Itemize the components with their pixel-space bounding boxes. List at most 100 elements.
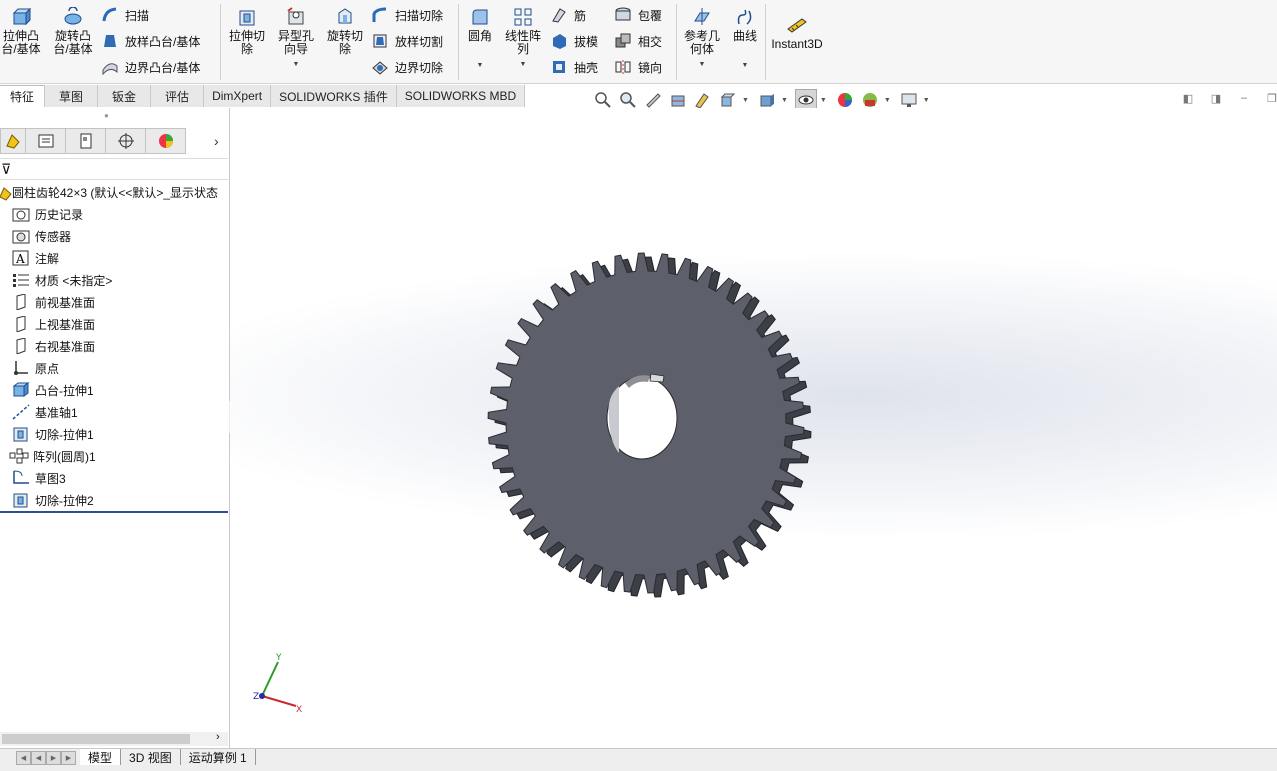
tab-model[interactable]: 模型 — [80, 749, 122, 765]
rollback-bar[interactable] — [0, 511, 228, 513]
manager-tabs — [0, 128, 186, 156]
sweep-icon — [100, 5, 120, 25]
loft-button[interactable]: 放样凸台/基体 — [100, 30, 200, 52]
hole-wizard-dropdown-arrow[interactable]: ▼ — [293, 58, 300, 71]
fillet-dropdown-arrow[interactable]: ▼ — [477, 59, 484, 72]
tree-item-top-plane[interactable]: 上视基准面 — [11, 314, 95, 334]
horizontal-scrollbar[interactable]: › — [0, 731, 228, 746]
revolve-boss-button[interactable]: 旋转凸 台/基体 — [50, 6, 96, 56]
lofted-cut-icon — [370, 31, 390, 51]
graphics-area[interactable]: Y X Z — [230, 108, 1277, 748]
previous-tab-icon[interactable]: ◀ — [31, 751, 46, 765]
tree-item-history[interactable]: 历史记录 — [11, 204, 83, 224]
revolve-cut-button[interactable]: 旋转切 除 — [324, 6, 366, 56]
tab-display-manager[interactable] — [146, 128, 186, 154]
revolve-cut-icon — [334, 6, 356, 28]
previous-pane-icon[interactable]: ◧ — [1180, 90, 1196, 106]
extrude-cut-button[interactable]: 拉伸切 除 — [226, 6, 268, 56]
rib-button[interactable]: 筋 — [549, 4, 586, 26]
tree-item-annotations[interactable]: A 注解 — [11, 248, 59, 268]
linear-pattern-button[interactable]: 线性阵 列 ▼ — [502, 6, 544, 71]
chevron-down-icon[interactable]: ▼ — [923, 97, 930, 104]
tree-item-front-plane[interactable]: 前视基准面 — [11, 292, 95, 312]
tree-item-circular-pattern1[interactable]: 阵列(圆周)1 — [9, 446, 96, 466]
lofted-cut-button[interactable]: 放样切割 — [370, 30, 443, 52]
tree-item-material[interactable]: 材质 <未指定> — [11, 270, 112, 290]
fillet-icon — [469, 6, 491, 28]
tab-sheet-metal[interactable]: 钣金 — [98, 85, 152, 107]
swept-cut-button[interactable]: 扫描切除 — [370, 4, 443, 26]
next-pane-icon[interactable]: ◨ — [1208, 90, 1224, 106]
ribbon-separator — [676, 4, 677, 80]
curves-button[interactable]: 曲线 ▼ — [728, 6, 762, 72]
boundary-cut-button[interactable]: 边界切除 — [370, 56, 443, 78]
tree-item-cut-extrude1[interactable]: 切除-拉伸1 — [11, 424, 94, 444]
tab-motion-study-1[interactable]: 运动算例 1 — [181, 749, 256, 765]
tree-item-sketch3[interactable]: 草图3 — [11, 468, 66, 488]
draft-icon — [549, 31, 569, 51]
chevron-down-icon[interactable]: ▼ — [781, 97, 788, 104]
tab-configuration-manager[interactable] — [66, 128, 106, 154]
intersect-icon — [613, 31, 633, 51]
mirror-button[interactable]: 镜向 — [613, 56, 662, 78]
first-tab-icon[interactable]: ◀ — [16, 751, 31, 765]
tab-sketch[interactable]: 草图 — [45, 85, 99, 107]
tree-root-part[interactable]: 圆柱齿轮42×3 (默认<<默认>_显示状态 — [0, 184, 218, 201]
command-manager-tabs: 特征 草图 钣金 评估 DimXpert SOLIDWORKS 插件 SOLID… — [0, 85, 526, 107]
extrude-boss-button[interactable]: 拉伸凸 台/基体 — [0, 6, 42, 56]
tab-features[interactable]: 特征 — [0, 85, 46, 107]
draft-button[interactable]: 拔模 — [549, 30, 598, 52]
last-tab-icon[interactable]: ▶ — [61, 751, 76, 765]
ribbon-separator — [765, 4, 766, 80]
tree-item-boss-extrude1[interactable]: 凸台-拉伸1 — [11, 380, 94, 400]
gear-model[interactable] — [478, 248, 828, 598]
tab-feature-manager[interactable] — [0, 128, 26, 154]
viewport-window-controls: ◧ ◨ – ❐ — [1180, 90, 1277, 106]
tab-dimxpert[interactable]: DimXpert — [204, 85, 272, 107]
tab-dimxpert-manager[interactable] — [106, 128, 146, 154]
tree-item-cut-extrude2[interactable]: 切除-拉伸2 — [11, 490, 94, 510]
reference-geometry-dropdown-arrow[interactable]: ▼ — [699, 58, 706, 71]
tab-solidworks-mbd[interactable]: SOLIDWORKS MBD — [396, 85, 526, 107]
curves-dropdown-arrow[interactable]: ▼ — [742, 59, 749, 72]
wrap-button[interactable]: 包覆 — [613, 4, 662, 26]
boss-extrude-icon — [11, 381, 31, 399]
origin-icon — [11, 359, 31, 377]
reference-geometry-button[interactable]: 参考几 何体 ▼ — [681, 6, 723, 71]
tree-item-axis1[interactable]: 基准轴1 — [11, 402, 78, 422]
pane-grip[interactable]: ● — [104, 111, 109, 120]
hole-wizard-button[interactable]: 异型孔 向导 ▼ — [274, 6, 318, 71]
chevron-right-icon[interactable]: › — [216, 731, 220, 743]
tab-property-manager[interactable] — [26, 128, 66, 154]
restore-icon[interactable]: ❐ — [1264, 90, 1277, 106]
sweep-button[interactable]: 扫描 — [100, 4, 149, 26]
instant3d-button[interactable]: Instant3D — [770, 14, 824, 51]
shell-button[interactable]: 抽壳 — [549, 56, 598, 78]
boundary-boss-button[interactable]: 边界凸台/基体 — [100, 56, 200, 78]
tree-item-origin[interactable]: 原点 — [11, 358, 59, 378]
tree-item-right-plane[interactable]: 右视基准面 — [11, 336, 95, 356]
tree-filter-bar[interactable]: ⊽ — [0, 158, 228, 180]
feature-manager-icon — [6, 134, 20, 149]
next-tab-icon[interactable]: ▶ — [46, 751, 61, 765]
swept-cut-icon — [370, 5, 390, 25]
scrollbar-thumb[interactable] — [2, 734, 190, 744]
chevron-right-icon[interactable]: › — [214, 133, 219, 149]
tree-item-sensors[interactable]: 传感器 — [11, 226, 71, 246]
tab-3d-view[interactable]: 3D 视图 — [121, 749, 181, 765]
plane-icon — [11, 337, 31, 355]
boundary-boss-icon — [100, 57, 120, 77]
rib-icon — [549, 5, 569, 25]
minimize-icon[interactable]: – — [1236, 90, 1252, 106]
tab-solidworks-addins[interactable]: SOLIDWORKS 插件 — [271, 85, 397, 107]
tab-evaluate[interactable]: 评估 — [151, 85, 205, 107]
chevron-down-icon[interactable]: ▼ — [820, 97, 827, 104]
chevron-down-icon[interactable]: ▼ — [742, 97, 749, 104]
linear-pattern-dropdown-arrow[interactable]: ▼ — [520, 58, 527, 71]
feature-manager-pane: ● › ⊽ 圆柱齿轮42×3 (默认<<默认>_显示状态 历史记录 传感器 A … — [0, 108, 230, 748]
fillet-button[interactable]: 圆角 ▼ — [463, 6, 497, 72]
hole-wizard-icon — [285, 6, 307, 28]
intersect-button[interactable]: 相交 — [613, 30, 662, 52]
configuration-manager-icon — [80, 133, 91, 149]
chevron-down-icon[interactable]: ▼ — [884, 97, 891, 104]
